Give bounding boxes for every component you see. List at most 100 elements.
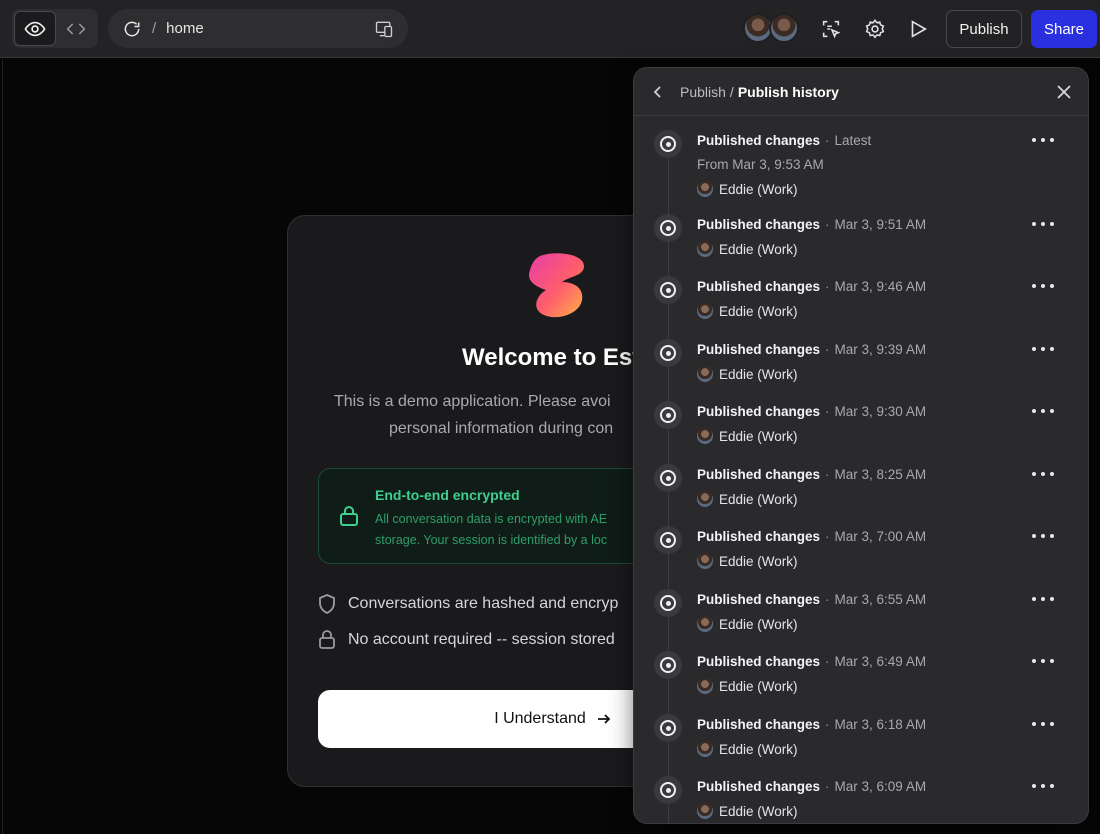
more-options-icon[interactable]	[1032, 216, 1054, 232]
more-options-icon[interactable]	[1032, 341, 1054, 357]
entry-author: Eddie (Work)	[697, 741, 798, 757]
author-name: Eddie (Work)	[719, 241, 798, 257]
entry-meta: Mar 3, 6:09 AM	[834, 779, 927, 794]
encryption-title: End-to-end encrypted	[375, 487, 520, 503]
more-options-icon[interactable]	[1032, 528, 1054, 544]
published-icon	[654, 714, 682, 742]
entry-author: Eddie (Work)	[697, 491, 798, 507]
more-options-icon[interactable]	[1032, 132, 1054, 148]
play-icon[interactable]	[903, 14, 933, 44]
card-title: Welcome to Est	[462, 344, 641, 371]
more-options-icon[interactable]	[1032, 466, 1054, 482]
entry-heading: Published changes · Mar 3, 9:46 AM	[697, 279, 926, 294]
entry-heading: Published changes · Mar 3, 6:18 AM	[697, 717, 926, 732]
entry-title: Published changes	[697, 529, 821, 544]
encryption-text: All conversation data is encrypted with …	[375, 509, 607, 551]
entry-author: Eddie (Work)	[697, 303, 798, 319]
eye-icon	[24, 21, 46, 36]
code-mode-button[interactable]	[56, 11, 96, 46]
view-mode-toggle	[12, 9, 98, 48]
published-icon	[654, 276, 682, 304]
avatar[interactable]	[769, 13, 799, 43]
entry-from: From Mar 3, 9:53 AM	[697, 157, 824, 172]
avatar	[697, 241, 713, 257]
avatar	[697, 678, 713, 694]
entry-dot-separator: ·	[825, 717, 830, 732]
close-icon[interactable]	[1056, 84, 1072, 100]
url-separator: /	[152, 20, 157, 37]
arrow-right-icon	[596, 711, 612, 727]
more-options-icon[interactable]	[1032, 778, 1054, 794]
published-icon	[654, 214, 682, 242]
author-name: Eddie (Work)	[719, 553, 798, 569]
published-icon	[654, 651, 682, 679]
app-logo	[528, 253, 584, 318]
entry-title: Published changes	[697, 217, 821, 232]
entry-title: Published changes	[697, 592, 821, 607]
entry-dot-separator: ·	[825, 779, 830, 794]
published-icon	[654, 339, 682, 367]
publish-history-panel: Publish / Publish history Published chan…	[633, 67, 1089, 824]
top-toolbar: / home Publish Share	[0, 0, 1100, 58]
feature-label: Conversations are hashed and encryp	[348, 595, 619, 612]
author-name: Eddie (Work)	[719, 181, 798, 197]
entry-meta: Mar 3, 8:25 AM	[834, 467, 927, 482]
entry-author: Eddie (Work)	[697, 181, 798, 197]
entry-dot-separator: ·	[825, 467, 830, 482]
devices-icon[interactable]	[374, 19, 394, 39]
entry-title: Published changes	[697, 342, 821, 357]
feature-no-account: No account required -- session stored	[318, 630, 615, 650]
entry-dot-separator: ·	[825, 529, 830, 544]
entry-title: Published changes	[697, 404, 821, 419]
lock-icon	[339, 505, 359, 532]
published-icon	[654, 589, 682, 617]
preview-mode-button[interactable]	[14, 11, 56, 46]
gear-icon[interactable]	[860, 14, 890, 44]
back-icon[interactable]	[650, 84, 666, 100]
url-path[interactable]: home	[166, 20, 204, 37]
published-icon	[654, 526, 682, 554]
more-options-icon[interactable]	[1032, 278, 1054, 294]
entry-meta: Mar 3, 6:18 AM	[834, 717, 927, 732]
published-icon	[654, 130, 682, 158]
more-options-icon[interactable]	[1032, 591, 1054, 607]
author-name: Eddie (Work)	[719, 366, 798, 382]
entry-heading: Published changes · Mar 3, 7:00 AM	[697, 529, 926, 544]
more-options-icon[interactable]	[1032, 716, 1054, 732]
entry-meta: Latest	[834, 133, 872, 148]
entry-heading: Published changes · Mar 3, 9:39 AM	[697, 342, 926, 357]
inspect-icon[interactable]	[816, 14, 846, 44]
code-icon	[66, 22, 86, 35]
avatar	[697, 428, 713, 444]
url-bar[interactable]: / home	[108, 9, 408, 48]
entry-meta: Mar 3, 9:30 AM	[834, 404, 927, 419]
entry-meta: Mar 3, 9:51 AM	[834, 217, 927, 232]
lock-icon	[318, 630, 336, 650]
encryption-line: All conversation data is encrypted with …	[375, 512, 608, 526]
collaborator-avatars[interactable]	[743, 13, 803, 45]
publish-button[interactable]: Publish	[946, 10, 1022, 48]
avatar	[697, 616, 713, 632]
entry-dot-separator: ·	[825, 217, 830, 232]
more-options-icon[interactable]	[1032, 403, 1054, 419]
breadcrumb-publish[interactable]: Publish	[680, 84, 726, 100]
avatar	[697, 366, 713, 382]
entry-title: Published changes	[697, 467, 821, 482]
author-name: Eddie (Work)	[719, 303, 798, 319]
entry-author: Eddie (Work)	[697, 616, 798, 632]
share-button[interactable]: Share	[1031, 10, 1097, 48]
published-icon	[654, 776, 682, 804]
published-icon	[654, 401, 682, 429]
entry-dot-separator: ·	[825, 133, 830, 148]
breadcrumb-separator: /	[729, 83, 734, 100]
author-name: Eddie (Work)	[719, 428, 798, 444]
more-options-icon[interactable]	[1032, 653, 1054, 669]
entry-meta: Mar 3, 9:39 AM	[834, 342, 927, 357]
entry-author: Eddie (Work)	[697, 428, 798, 444]
entry-heading: Published changes · Mar 3, 6:49 AM	[697, 654, 926, 669]
refresh-icon[interactable]	[122, 19, 142, 39]
feature-label: No account required -- session stored	[348, 631, 615, 648]
feature-hashed: Conversations are hashed and encryp	[318, 594, 618, 614]
avatar	[697, 553, 713, 569]
author-name: Eddie (Work)	[719, 741, 798, 757]
